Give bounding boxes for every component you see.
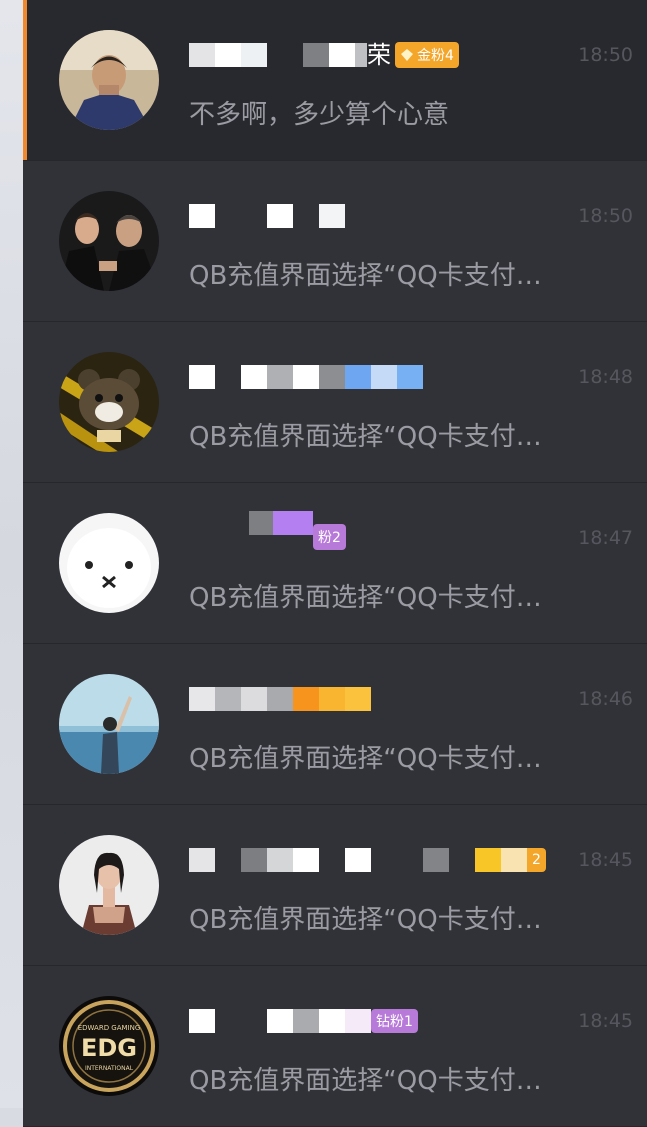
message-time: 18:45 (578, 1010, 633, 1032)
conversation-item[interactable]: 18:46 QB充值界面选择“QQ卡支付… (23, 644, 647, 805)
badge-label: 钻粉1 (376, 1014, 413, 1030)
avatar (59, 30, 159, 130)
message-preview: QB充值界面选择“QQ卡支付… (189, 583, 542, 613)
conversation-item[interactable]: EDWARD GAMING EDG INTERNATIONAL 钻粉1 18:4… (23, 966, 647, 1127)
message-preview: QB充值界面选择“QQ卡支付… (189, 261, 542, 291)
contact-name: 2 (189, 843, 546, 877)
contact-name: 荣 金粉4 (189, 38, 459, 72)
conversation-item[interactable]: 18:50 QB充值界面选择“QQ卡支付… (23, 161, 647, 322)
message-time: 18:48 (578, 366, 633, 388)
diamond-icon (401, 49, 413, 61)
message-time: 18:50 (578, 205, 633, 227)
fan-badge: 粉2 (313, 524, 346, 550)
message-preview: QB充值界面选择“QQ卡支付… (189, 905, 542, 935)
avatar (59, 191, 159, 291)
avatar (59, 674, 159, 774)
message-time: 18:47 (578, 527, 633, 549)
contact-name (189, 199, 345, 233)
logo-text-main: EDG (81, 1034, 137, 1062)
message-preview: 不多啊，多少算个心意 (189, 100, 450, 130)
fan-badge: 2 (527, 848, 546, 872)
message-preview: QB充值界面选择“QQ卡支付… (189, 744, 542, 774)
logo-text-bottom: INTERNATIONAL (85, 1065, 134, 1072)
contact-name: 钻粉1 (189, 1004, 418, 1038)
message-time: 18:46 (578, 688, 633, 710)
conversation-item[interactable]: 荣 金粉4 18:50 不多啊，多少算个心意 (23, 0, 647, 161)
fan-badge: 金粉4 (395, 42, 459, 68)
avatar: EDWARD GAMING EDG INTERNATIONAL (59, 996, 159, 1096)
avatar (59, 513, 159, 613)
badge-label: 金粉4 (417, 48, 454, 64)
edg-logo-icon: EDWARD GAMING EDG INTERNATIONAL (59, 996, 159, 1096)
conversation-item[interactable]: 2 18:45 QB充值界面选择“QQ卡支付… (23, 805, 647, 966)
window-edge (0, 0, 23, 1108)
logo-text-top: EDWARD GAMING (78, 1024, 141, 1032)
contact-name (189, 360, 423, 394)
conversation-list[interactable]: 荣 金粉4 18:50 不多啊，多少算个心意 18:50 QB充值界面选择“QQ… (23, 0, 647, 1127)
message-time: 18:45 (578, 849, 633, 871)
message-time: 18:50 (578, 44, 633, 66)
conversation-item[interactable]: 18:48 QB充值界面选择“QQ卡支付… (23, 322, 647, 483)
avatar (59, 835, 159, 935)
contact-name: 粉2 (189, 511, 346, 550)
contact-name (189, 682, 371, 716)
message-preview: QB充值界面选择“QQ卡支付… (189, 1066, 542, 1096)
fan-badge: 钻粉1 (371, 1009, 418, 1033)
avatar (59, 352, 159, 452)
badge-label: 2 (532, 852, 541, 868)
badge-label: 粉2 (318, 530, 341, 546)
name-tail: 荣 (367, 41, 391, 69)
message-preview: QB充值界面选择“QQ卡支付… (189, 422, 542, 452)
conversation-item[interactable]: 粉2 18:47 QB充值界面选择“QQ卡支付… (23, 483, 647, 644)
